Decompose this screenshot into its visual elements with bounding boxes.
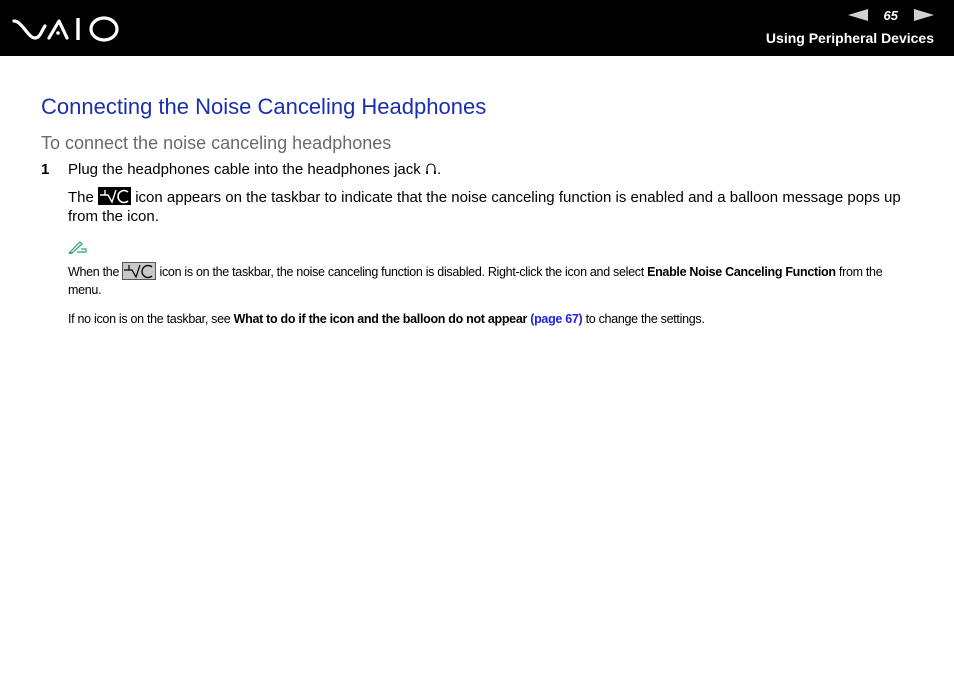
note2-text-before: If no icon is on the taskbar, see [68, 312, 231, 326]
procedure-subtitle: To connect the noise canceling headphone… [41, 133, 392, 153]
headphones-icon [426, 163, 436, 174]
page-number: 65 [883, 7, 898, 23]
vaio-logo [12, 16, 119, 42]
page-header: 65 Using Peripheral Devices [0, 0, 954, 56]
page-title: Connecting the Noise Canceling Headphone… [41, 94, 487, 119]
step-number: 1 [41, 161, 50, 178]
note-disabled: When the icon is on the taskbar, the noi… [68, 262, 918, 299]
note-pencil-icon [68, 241, 87, 254]
page-navigation: 65 [847, 6, 934, 24]
page-67-link[interactable]: (page 67) [530, 312, 582, 326]
step-text-wrap: Plug the headphones cable into the headp… [68, 161, 441, 178]
noise-canceling-disabled-icon [122, 262, 157, 280]
note1-text-after: icon is on the taskbar, the noise cancel… [159, 265, 644, 279]
step-description: The icon appears on the taskbar to indic… [68, 187, 918, 226]
section-title: Using Peripheral Devices [765, 30, 934, 46]
note-no-icon: If no icon is on the taskbar, see What t… [68, 310, 918, 328]
note2-text-end: to change the settings. [585, 312, 705, 326]
menu-item-reference: Enable Noise Canceling Function [647, 265, 836, 279]
triangle-right-icon[interactable] [914, 9, 934, 21]
noise-canceling-enabled-icon [98, 187, 132, 205]
note1-text-before: When the [68, 265, 120, 279]
topic-reference: What to do if the icon and the balloon d… [233, 312, 528, 326]
para-text-before: The [68, 189, 94, 206]
step-end: . [436, 161, 442, 178]
step-text: Plug the headphones cable into the headp… [68, 161, 421, 178]
para-text-after: icon appears on the taskbar to indicate … [68, 189, 901, 225]
triangle-left-icon[interactable] [847, 9, 868, 21]
